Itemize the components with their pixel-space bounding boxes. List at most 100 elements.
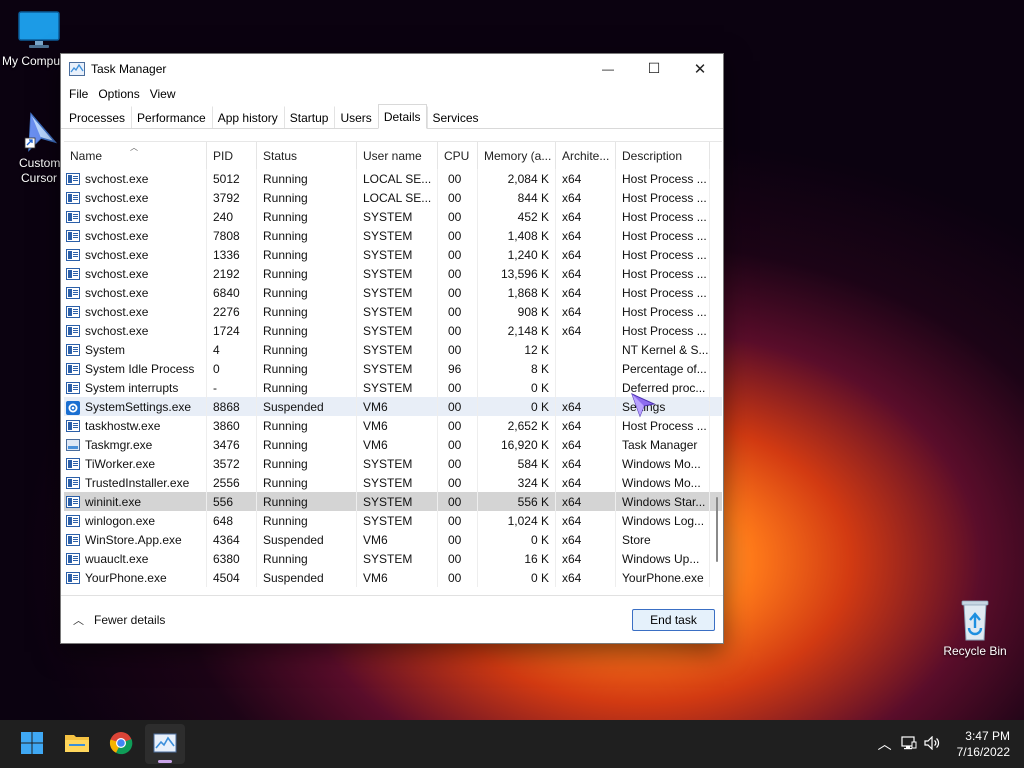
- architecture-cell: x64: [556, 264, 616, 283]
- table-row[interactable]: svchost.exe 6840 Running SYSTEM 00 1,868 K x64…: [64, 283, 722, 302]
- pid-cell-text: 5012: [213, 171, 240, 186]
- status-cell-text: Running: [263, 437, 308, 452]
- user-name-cell-text: LOCAL SE...: [363, 190, 432, 205]
- architecture-cell-text: x64: [562, 570, 582, 585]
- process-name-cell: taskhostw.exe: [64, 416, 207, 435]
- table-header: ︿ Name PID Status User name CPU Memory (…: [64, 142, 722, 169]
- process-icon: [66, 476, 80, 489]
- menu-file[interactable]: File: [64, 87, 93, 101]
- process-name-cell-text: System interrupts: [85, 380, 179, 395]
- process-name-cell-text: svchost.exe: [85, 304, 149, 319]
- task-manager-taskbar-button[interactable]: [145, 724, 185, 764]
- close-button[interactable]: ✕: [677, 54, 723, 83]
- fewer-details-button[interactable]: ︿ Fewer details: [73, 612, 165, 628]
- user-name-cell-text: VM6: [363, 532, 388, 547]
- table-row[interactable]: winlogon.exe 648 Running SYSTEM 00 1,024 K x64…: [64, 511, 722, 530]
- tab-processes[interactable]: Processes: [63, 106, 131, 128]
- table-row[interactable]: svchost.exe 1724 Running SYSTEM 00 2,148 K x64…: [64, 321, 722, 340]
- table-row[interactable]: TrustedInstaller.exe 2556 Running SYSTEM 00 3…: [64, 473, 722, 492]
- table-row[interactable]: svchost.exe 240 Running SYSTEM 00 452 K x64 Hos…: [64, 207, 722, 226]
- column-header-pid[interactable]: PID: [207, 142, 257, 169]
- tab-startup[interactable]: Startup: [283, 106, 335, 128]
- memory-cell-text: 0 K: [530, 380, 549, 395]
- pid-cell-text: 4504: [213, 570, 240, 585]
- close-icon: ✕: [693, 60, 707, 78]
- network-icon[interactable]: [897, 735, 921, 753]
- tab-details[interactable]: Details: [377, 104, 427, 129]
- table-row[interactable]: svchost.exe 2192 Running SYSTEM 00 13,596 K x6…: [64, 264, 722, 283]
- table-row[interactable]: svchost.exe 7808 Running SYSTEM 00 1,408 K x64…: [64, 226, 722, 245]
- maximize-icon: ☐: [647, 60, 661, 76]
- process-name-cell: svchost.exe: [64, 245, 207, 264]
- table-row[interactable]: System Idle Process 0 Running SYSTEM 96 8 K Pe…: [64, 359, 722, 378]
- cpu-cell: 00: [438, 169, 478, 188]
- process-name-cell: TiWorker.exe: [64, 454, 207, 473]
- pid-cell: 6380: [207, 549, 257, 568]
- vertical-scrollbar[interactable]: [716, 497, 718, 562]
- status-cell-text: Running: [263, 380, 308, 395]
- table-row[interactable]: YourPhone.exe 4504 Suspended VM6 00 0 K x64 You…: [64, 568, 722, 587]
- description-cell: Host Process ...: [616, 188, 710, 207]
- table-row[interactable]: svchost.exe 3792 Running LOCAL SE... 00 844 K…: [64, 188, 722, 207]
- user-name-cell-text: VM6: [363, 399, 388, 414]
- table-row[interactable]: SystemSettings.exe 8868 Suspended VM6 00 0 K x…: [64, 397, 722, 416]
- table-row[interactable]: svchost.exe 2276 Running SYSTEM 00 908 K x64 Ho…: [64, 302, 722, 321]
- table-row[interactable]: WinStore.App.exe 4364 Suspended VM6 00 0 K x64…: [64, 530, 722, 549]
- table-body: svchost.exe 5012 Running LOCAL SE... 00 2,084…: [64, 169, 722, 587]
- table-row[interactable]: svchost.exe 1336 Running SYSTEM 00 1,240 K x64…: [64, 245, 722, 264]
- status-cell: Suspended: [257, 530, 357, 549]
- memory-cell-text: 13,596 K: [500, 266, 549, 281]
- table-row[interactable]: wininit.exe 556 Running SYSTEM 00 556 K x64 Win…: [64, 492, 722, 511]
- table-row[interactable]: taskhostw.exe 3860 Running VM6 00 2,652 K x64 H…: [64, 416, 722, 435]
- memory-cell: 8 K: [478, 359, 556, 378]
- desktop-icon-recycle-bin[interactable]: Recycle Bin: [939, 598, 1011, 658]
- column-header-description[interactable]: Description: [616, 142, 710, 169]
- title-bar[interactable]: Task Manager — ☐ ✕: [61, 54, 723, 83]
- pid-cell: 4364: [207, 530, 257, 549]
- pid-cell-text: -: [213, 380, 217, 395]
- memory-cell-text: 8 K: [530, 361, 549, 376]
- tab-app-history[interactable]: App history: [211, 106, 284, 128]
- column-header-architecture[interactable]: Archite...: [556, 142, 616, 169]
- tab-users[interactable]: Users: [334, 106, 377, 128]
- architecture-cell-text: x64: [562, 456, 582, 471]
- tab-services[interactable]: Services: [426, 106, 485, 128]
- column-header-memory[interactable]: Memory (a...: [478, 142, 556, 169]
- start-button[interactable]: [12, 724, 52, 764]
- cpu-cell: 00: [438, 245, 478, 264]
- tab-performance[interactable]: Performance: [131, 106, 212, 128]
- volume-icon[interactable]: [921, 735, 945, 753]
- table-row[interactable]: svchost.exe 5012 Running LOCAL SE... 00 2,084…: [64, 169, 722, 188]
- cpu-cell-text: 00: [448, 342, 462, 357]
- user-name-cell-text: VM6: [363, 570, 388, 585]
- maximize-button[interactable]: ☐: [631, 54, 677, 83]
- chevron-up-icon[interactable]: ︿: [873, 734, 897, 754]
- table-row[interactable]: wuauclt.exe 6380 Running SYSTEM 00 16 K x64 Win…: [64, 549, 722, 568]
- task-manager-window: Task Manager — ☐ ✕ File Options View Pro…: [60, 53, 724, 644]
- column-header-status[interactable]: Status: [257, 142, 357, 169]
- chrome-button[interactable]: [101, 724, 141, 764]
- column-header-cpu[interactable]: CPU: [438, 142, 478, 169]
- description-cell: Host Process ...: [616, 245, 710, 264]
- process-name-cell: Taskmgr.exe: [64, 435, 207, 454]
- menu-view[interactable]: View: [145, 87, 181, 101]
- table-row[interactable]: System 4 Running SYSTEM 00 12 K NT Kernel & S.…: [64, 340, 722, 359]
- table-row[interactable]: Taskmgr.exe 3476 Running VM6 00 16,920 K x64 Ta…: [64, 435, 722, 454]
- memory-cell: 844 K: [478, 188, 556, 207]
- clock[interactable]: 3:47 PM 7/16/2022: [957, 728, 1010, 760]
- memory-cell-text: 324 K: [517, 475, 549, 490]
- clock-date: 7/16/2022: [956, 745, 1010, 759]
- table-row[interactable]: System interrupts - Running SYSTEM 00 0 K Defe…: [64, 378, 722, 397]
- cpu-cell-text: 00: [448, 513, 462, 528]
- pid-cell-text: 7808: [213, 228, 240, 243]
- menu-options[interactable]: Options: [93, 87, 144, 101]
- process-name-cell: wininit.exe: [64, 492, 207, 511]
- table-row[interactable]: TiWorker.exe 3572 Running SYSTEM 00 584 K x64 W…: [64, 454, 722, 473]
- column-header-user-name[interactable]: User name: [357, 142, 438, 169]
- file-explorer-button[interactable]: [57, 724, 97, 764]
- architecture-cell-text: x64: [562, 437, 582, 452]
- end-task-button[interactable]: End task: [632, 609, 715, 631]
- minimize-button[interactable]: —: [585, 54, 631, 83]
- status-cell: Running: [257, 226, 357, 245]
- memory-cell-text: 0 K: [530, 570, 549, 585]
